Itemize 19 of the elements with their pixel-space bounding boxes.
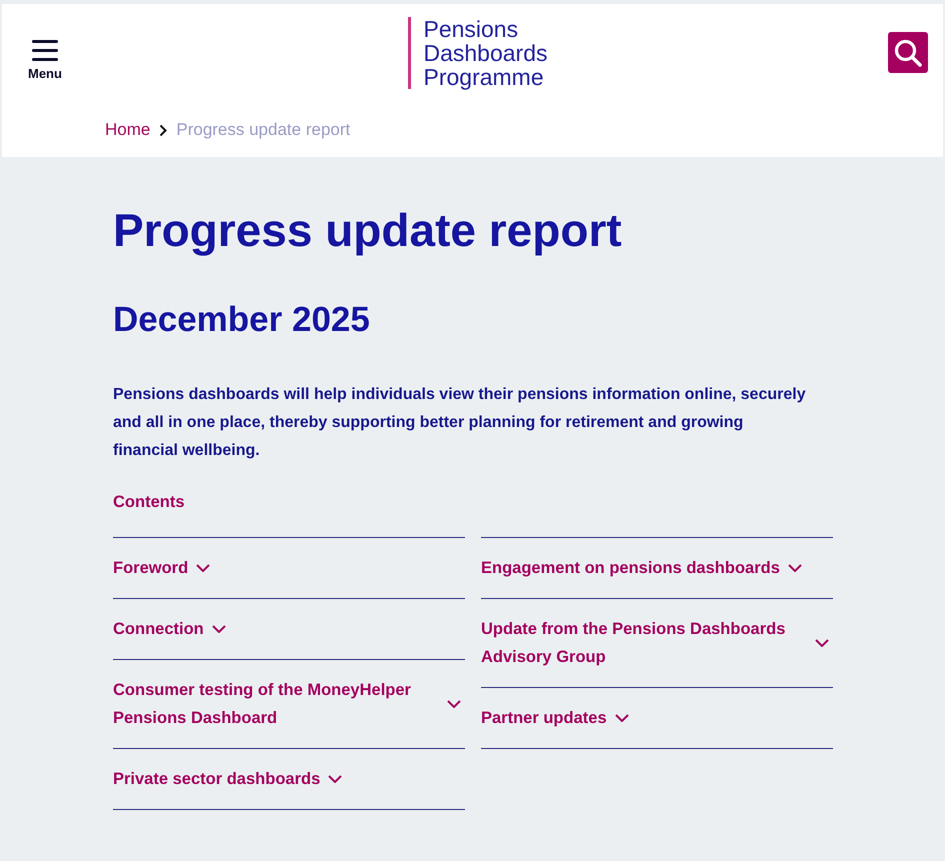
chevron-right-icon: [159, 124, 168, 136]
contents-toggle[interactable]: Engagement on pensions dashboards: [481, 538, 833, 599]
contents-toggle[interactable]: Private sector dashboards: [113, 749, 465, 810]
contents-toggle[interactable]: Partner updates: [481, 688, 833, 749]
contents-toggle[interactable]: Foreword: [113, 538, 465, 599]
search-button[interactable]: [888, 32, 928, 73]
contents-toggle[interactable]: Connection: [113, 599, 465, 660]
summary-text: Pensions dashboards will help individuals view their pensions information online, securely and all in one place, thereby supporting better planning for retirement and growing financial wellbeing.: [113, 385, 807, 461]
contents-heading: Contents: [113, 492, 186, 513]
page-subtitle: December 2025: [113, 299, 371, 341]
contents-toggle[interactable]: Consumer testing of the MoneyHelper Pensions Dashboard: [113, 660, 465, 749]
menu-icon: [32, 40, 58, 61]
menu-button[interactable]: Menu: [28, 40, 62, 81]
breadcrumb-current: Progress update report: [176, 119, 350, 141]
search-icon: [894, 38, 922, 66]
page-title: Progress update report: [113, 203, 623, 258]
logo-link[interactable]: Pensions Dashboards Programme: [408, 17, 548, 89]
breadcrumb-link[interactable]: Home: [105, 118, 150, 142]
contents-toggle[interactable]: Update from the Pensions Dashboards Advisory Group: [481, 599, 833, 688]
